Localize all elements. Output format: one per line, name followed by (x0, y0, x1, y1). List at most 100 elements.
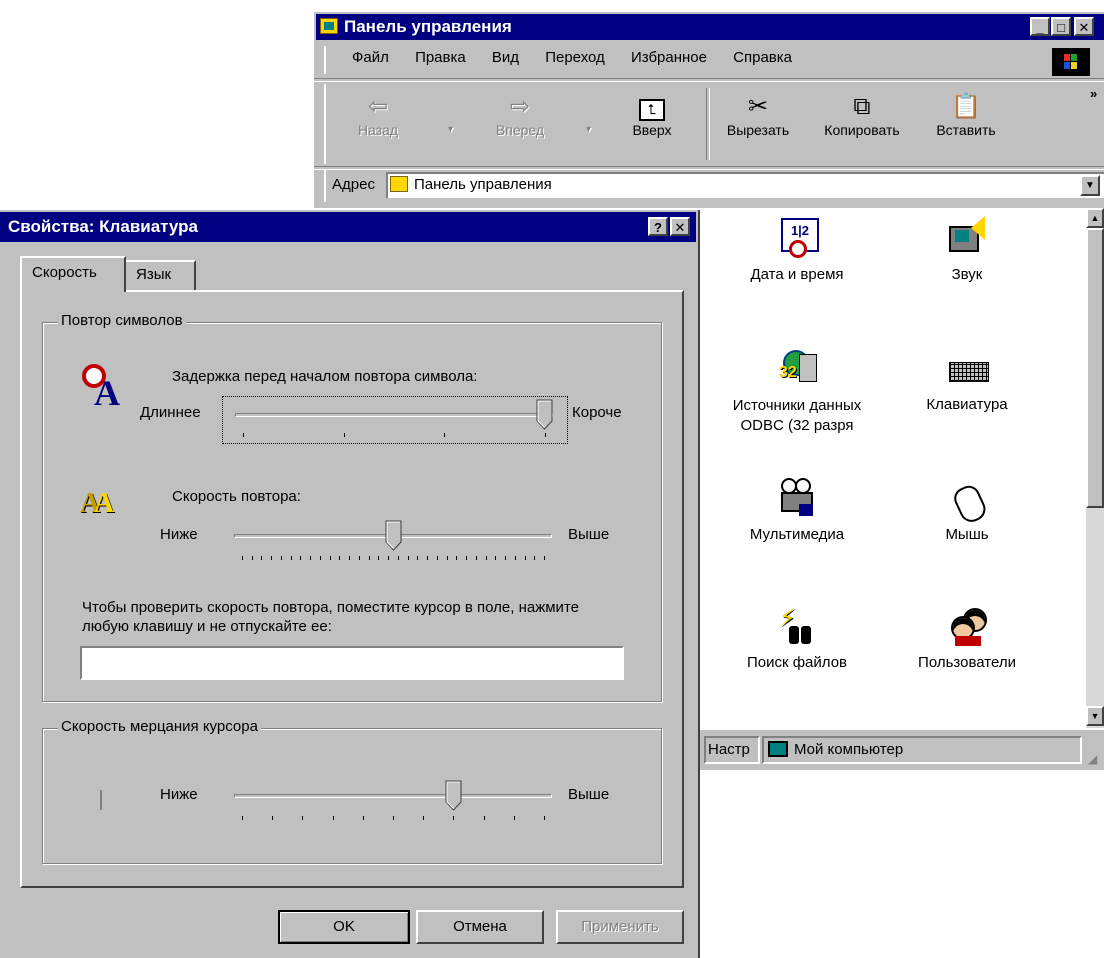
scissors-icon: ✂ (747, 93, 769, 120)
forward-label: Вперед (495, 122, 545, 138)
cursor-blink-slider[interactable] (222, 778, 568, 826)
menu-edit[interactable]: Правка (415, 49, 466, 66)
menu-help[interactable]: Справка (733, 49, 792, 66)
scroll-down-button[interactable]: ▼ (1086, 706, 1104, 726)
dialog-titlebar[interactable]: Свойства: Клавиатура ? ✕ (0, 212, 696, 242)
cp-item-date-time[interactable]: 1|2 Дата и время (712, 216, 882, 283)
address-field[interactable]: Панель управления ▼ (386, 172, 1104, 198)
tab-speed[interactable]: Скорость (20, 256, 126, 292)
close-button[interactable]: ✕ (1074, 17, 1094, 36)
cp-item-find-files[interactable]: ⚡ Поиск файлов (712, 604, 882, 671)
folder-up-icon: ⮤ (608, 92, 696, 122)
slider-tick (505, 556, 506, 560)
control-panel-content: 1|2 Дата и время Звук 32 Источники данны… (700, 208, 1086, 728)
users-icon (945, 604, 989, 648)
back-label: Назад (357, 122, 399, 138)
slider-tick (444, 433, 445, 437)
slider-tick (363, 816, 364, 820)
slider-tick (281, 556, 282, 560)
up-button[interactable]: ⮤ Вверх (608, 92, 696, 138)
repeat-test-field[interactable] (80, 646, 624, 680)
slider-tick (514, 816, 515, 820)
slider-tick (545, 433, 546, 437)
scroll-up-button[interactable]: ▲ (1086, 208, 1104, 228)
cp-item-label: Звук (951, 266, 983, 283)
status-right-text: Мой компьютер (794, 741, 904, 758)
cp-item-sound[interactable]: Звук (882, 216, 1052, 283)
ok-button[interactable]: OK (278, 910, 410, 944)
help-button[interactable]: ? (648, 217, 668, 236)
slider-tick (484, 816, 485, 820)
paste-button[interactable]: 📋 Вставить (922, 92, 1010, 138)
my-computer-icon (768, 741, 788, 757)
cursor-blink-icon (100, 790, 102, 810)
cancel-button[interactable]: Отмена (416, 910, 544, 944)
slider-tick (302, 816, 303, 820)
slider-tick (456, 556, 457, 560)
back-dropdown-icon[interactable]: ▾ (448, 124, 453, 135)
cp-item-keyboard[interactable]: Клавиатура (882, 346, 1052, 413)
cut-label: Вырезать (726, 122, 790, 138)
slider-tick (466, 556, 467, 560)
forward-dropdown-icon[interactable]: ▾ (586, 124, 591, 135)
slider-tick (427, 556, 428, 560)
slider-thumb[interactable] (445, 780, 462, 811)
menu-view[interactable]: Вид (492, 49, 519, 66)
slider-tick (261, 556, 262, 560)
control-panel-window-icon (320, 18, 338, 34)
forward-button[interactable]: ⇨ Вперед (476, 92, 564, 138)
slider-tick (349, 556, 350, 560)
slider-tick (291, 556, 292, 560)
copy-label: Копировать (824, 122, 900, 138)
cut-button[interactable]: ✂ Вырезать (714, 92, 802, 138)
maximize-button[interactable]: □ (1051, 17, 1071, 36)
repeat-rate-slider[interactable] (222, 518, 568, 566)
slider-tick (359, 556, 360, 560)
control-panel-titlebar[interactable]: Панель управления _ □ ✕ (316, 14, 1104, 40)
tab-language[interactable]: Язык (126, 260, 196, 290)
cp-item-label: Мультимедиа (749, 526, 845, 543)
keyboard-icon (945, 346, 989, 390)
slider-tick (310, 556, 311, 560)
slider-tick (393, 816, 394, 820)
repeat-delay-label: Задержка перед началом повтора символа: (172, 368, 478, 385)
calendar-clock-icon: 1|2 (775, 216, 819, 260)
cp-item-label: Источники данных ODBC (32 разря (732, 397, 862, 434)
slider-tick (447, 556, 448, 560)
clipboard-icon: 📋 (951, 93, 981, 120)
menu-favorites[interactable]: Избранное (631, 49, 707, 66)
menu-file[interactable]: Файл (352, 49, 389, 66)
cp-item-label: Клавиатура (926, 396, 1008, 413)
copy-button[interactable]: ⧉ Копировать (812, 92, 912, 138)
menu-go[interactable]: Переход (545, 49, 605, 66)
slider-tick (544, 816, 545, 820)
apply-button[interactable]: Применить (556, 910, 684, 944)
toolbar-chevron-icon[interactable]: » (1090, 86, 1097, 101)
delay-right-label: Короче (572, 404, 622, 421)
status-pane-left: Настр (704, 736, 760, 764)
dialog-close-button[interactable]: ✕ (670, 217, 690, 236)
repeat-delay-slider[interactable] (222, 396, 568, 444)
menu-bar: Файл Правка Вид Переход Избранное Справк… (324, 46, 1052, 74)
resize-grip-icon[interactable]: ◢ (1088, 752, 1097, 766)
slider-tick (333, 816, 334, 820)
slider-thumb[interactable] (385, 520, 402, 551)
slider-thumb[interactable] (536, 399, 553, 430)
slider-tick (495, 556, 496, 560)
cp-item-odbc[interactable]: 32 Источники данных ODBC (32 разря (712, 346, 882, 436)
vertical-scrollbar[interactable]: ▲ ▼ (1086, 208, 1104, 728)
status-left-text: Настр (708, 741, 750, 758)
minimize-button[interactable]: _ (1030, 17, 1050, 36)
scroll-thumb[interactable] (1086, 228, 1104, 508)
back-button[interactable]: ⇦ Назад (334, 92, 422, 138)
cp-item-mouse[interactable]: Мышь (882, 476, 1052, 543)
address-bar: Адрес Панель управления ▼ (324, 170, 1104, 202)
address-dropdown-button[interactable]: ▼ (1080, 175, 1100, 196)
slider-tick (339, 556, 340, 560)
slider-tick (242, 556, 243, 560)
repeat-rate-icon: A A (80, 488, 115, 519)
slider-tick (423, 816, 424, 820)
cp-item-users[interactable]: Пользователи (882, 604, 1052, 671)
cp-item-multimedia[interactable]: Мультимедиа (712, 476, 882, 543)
toolbar: ⇦ Назад ▾ ⇨ Вперед ▾ ⮤ Вверх ✂ Вырезать … (324, 84, 1104, 164)
